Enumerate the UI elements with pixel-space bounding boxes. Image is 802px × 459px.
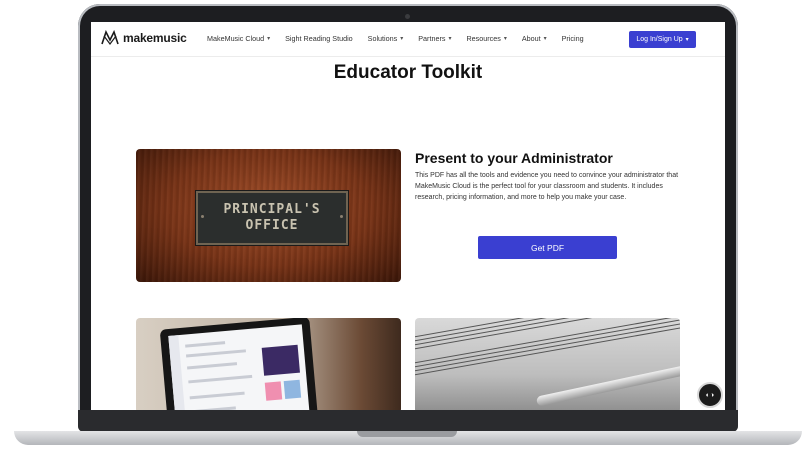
nav-item-label: Solutions (367, 34, 398, 43)
screw-icon (201, 215, 204, 218)
laptop-chin (78, 410, 738, 432)
top-navigation: makemusic MakeMusic Cloud ▾ Sight Readin… (91, 22, 725, 57)
tablet-tile (283, 379, 302, 400)
login-signup-label: Log In/Sign Up (636, 36, 683, 43)
tablet-text-line (185, 349, 247, 358)
screw-icon (340, 215, 343, 218)
tablet-text-line (187, 362, 238, 370)
staff-line (415, 323, 680, 377)
login-signup-button[interactable]: Log In/Sign Up ▾ (629, 31, 696, 48)
tablet-text-line (189, 391, 245, 400)
tablet-device (159, 318, 319, 410)
tablet-text-line (190, 406, 236, 410)
caret-down-icon: ▾ (543, 36, 547, 42)
nav-item-label: Pricing (561, 34, 584, 43)
nav-item-pricing[interactable]: Pricing (562, 34, 584, 43)
tablet-text-line (188, 374, 253, 384)
caret-down-icon: ▾ (267, 36, 271, 42)
nav-item-label: About (521, 34, 541, 43)
nav-item-partners[interactable]: Partners ▾ (418, 34, 451, 43)
office-plaque: PRINCIPAL'S OFFICE (196, 191, 348, 245)
feature-description: This PDF has all the tools and evidence … (415, 172, 679, 202)
nav-item-makemusic-cloud[interactable]: MakeMusic Cloud ▾ (207, 34, 270, 43)
staff-line (415, 319, 680, 373)
nav-menu: MakeMusic Cloud ▾ Sight Reading Studio S… (207, 34, 599, 43)
makemusic-logo[interactable]: makemusic (101, 30, 187, 46)
nav-item-label: Sight Reading Studio (285, 34, 353, 43)
flute (535, 359, 680, 407)
nav-item-label: Partners (418, 34, 446, 43)
closed-caption-button[interactable]: ◐◑ (697, 382, 723, 408)
feature-heading: Present to your Administrator (415, 150, 613, 166)
caret-down-icon: ▾ (503, 36, 507, 42)
laptop-notch (357, 431, 457, 437)
nav-item-label: Resources (466, 34, 501, 43)
tablet-tile (264, 381, 283, 401)
tablet-screen (168, 324, 310, 410)
sheet-music-flute-image (415, 318, 680, 410)
plaque-line-2: OFFICE (245, 218, 299, 233)
nav-item-label: MakeMusic Cloud (207, 34, 265, 43)
browser-screen: makemusic MakeMusic Cloud ▾ Sight Readin… (91, 22, 725, 410)
makemusic-logo-icon (101, 30, 119, 45)
get-pdf-button[interactable]: Get PDF (478, 236, 617, 259)
nav-item-resources[interactable]: Resources ▾ (466, 34, 506, 43)
closed-caption-icon: ◐◑ (705, 391, 715, 399)
principals-office-image: PRINCIPAL'S OFFICE (136, 149, 401, 282)
plaque-line-1: PRINCIPAL'S (223, 202, 321, 217)
caret-down-icon: ▾ (400, 36, 404, 42)
page-title: Educator Toolkit (333, 62, 483, 83)
nav-item-solutions[interactable]: Solutions ▾ (368, 34, 404, 43)
tablet-sidebar (168, 335, 187, 410)
caret-down-icon: ▾ (685, 37, 689, 43)
tablet-app-image (136, 318, 401, 410)
caret-down-icon: ▾ (448, 36, 452, 42)
camera-icon (405, 14, 410, 19)
logo-text: makemusic (123, 31, 187, 45)
tablet-banner (261, 344, 300, 376)
nav-item-about[interactable]: About ▾ (522, 34, 547, 43)
nav-item-sight-reading-studio[interactable]: Sight Reading Studio (285, 34, 353, 43)
tablet-text-line (185, 341, 226, 348)
